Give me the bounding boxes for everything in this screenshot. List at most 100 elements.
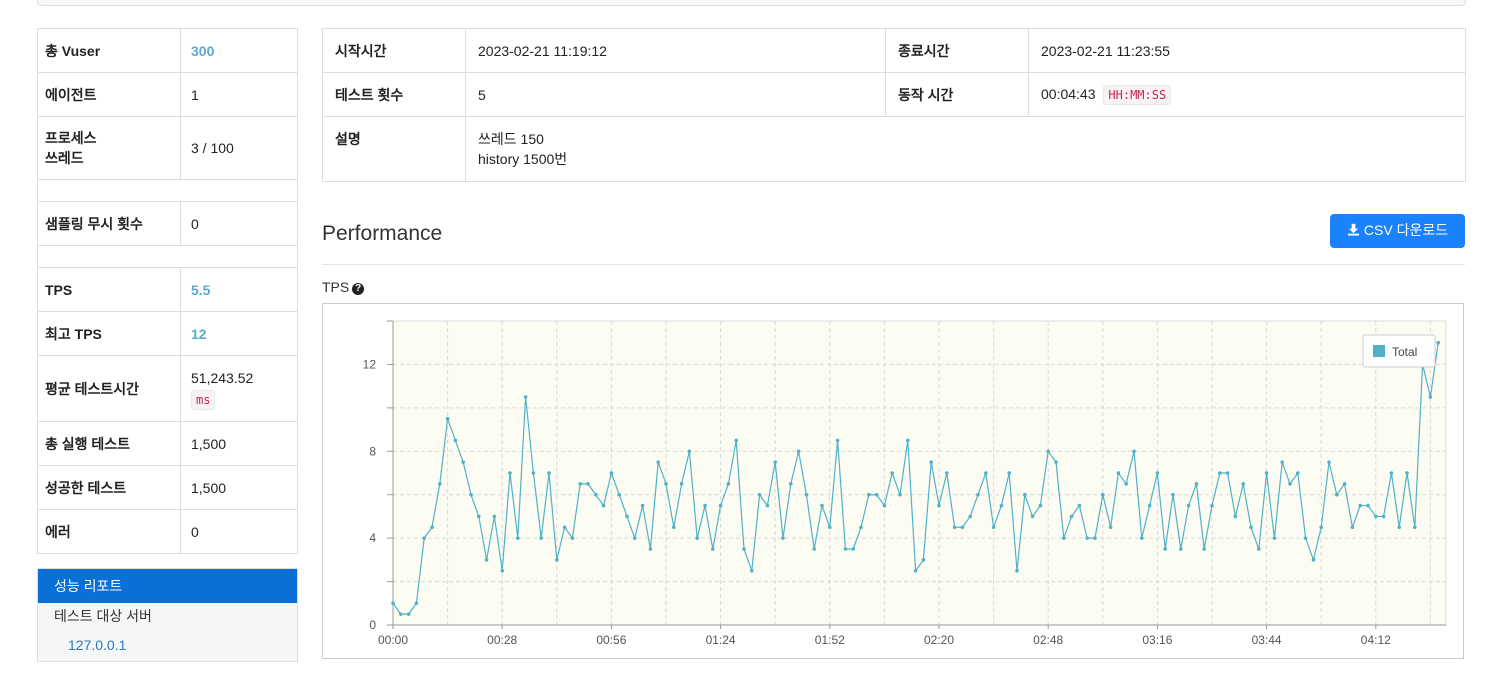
data-point bbox=[1147, 503, 1152, 508]
data-point bbox=[1108, 525, 1113, 530]
total-vuser-value: 300 bbox=[180, 28, 298, 73]
end-time-value: 2023-02-21 11:23:55 bbox=[1028, 28, 1466, 73]
test-count-label: 테스트 횟수 bbox=[322, 72, 466, 117]
data-point bbox=[921, 558, 926, 562]
data-point bbox=[1311, 558, 1316, 562]
data-point bbox=[945, 471, 949, 475]
run-time-label: 동작 시간 bbox=[885, 72, 1029, 117]
data-point bbox=[445, 416, 450, 421]
data-point bbox=[1303, 536, 1308, 540]
performance-title: Performance bbox=[322, 222, 443, 245]
row-avg-test-time: 평균 테스트시간 51,243.52 ms bbox=[37, 355, 298, 422]
download-icon bbox=[1347, 223, 1359, 236]
success-label: 성공한 테스트 bbox=[37, 465, 181, 510]
data-point bbox=[1077, 503, 1082, 508]
row-peak-tps: 최고 TPS 12 bbox=[37, 311, 298, 356]
data-point bbox=[1374, 514, 1378, 519]
data-point bbox=[1428, 395, 1433, 399]
data-point bbox=[843, 547, 848, 551]
data-point bbox=[1116, 471, 1121, 475]
data-point bbox=[547, 471, 551, 475]
data-point bbox=[757, 492, 762, 497]
y-tick-label: 0 bbox=[369, 618, 376, 632]
data-point bbox=[1210, 503, 1214, 508]
description-value: 쓰레드 150 history 1500번 bbox=[465, 116, 1466, 182]
run-time-unit: HH:MM:SS bbox=[1103, 84, 1172, 105]
data-point bbox=[999, 503, 1004, 508]
tps-chart-title: TPS? bbox=[322, 279, 365, 295]
process-thread-value: 3 / 100 bbox=[180, 116, 298, 180]
row-total-vuser: 총 Vuser 300 bbox=[37, 28, 298, 73]
data-point bbox=[1069, 514, 1074, 519]
data-point bbox=[633, 536, 637, 540]
run-time-value: 00:04:43 bbox=[1041, 85, 1096, 102]
data-point bbox=[952, 525, 957, 530]
question-circle-icon[interactable]: ? bbox=[352, 283, 365, 295]
data-point bbox=[578, 482, 582, 486]
tps-chart-title-text: TPS bbox=[322, 279, 350, 295]
data-point bbox=[960, 525, 965, 530]
data-point bbox=[742, 547, 746, 551]
menu-server-ip-link[interactable]: 127.0.0.1 bbox=[38, 633, 297, 657]
test-count-value: 5 bbox=[465, 72, 886, 117]
data-point bbox=[711, 547, 715, 551]
x-tick-label: 03:16 bbox=[1142, 633, 1172, 647]
data-point bbox=[609, 471, 614, 475]
menu-target-server[interactable]: 테스트 대상 서버 bbox=[38, 603, 297, 629]
data-point bbox=[1225, 471, 1230, 475]
end-time-label: 종료시간 bbox=[885, 28, 1029, 73]
legend-label-total: Total bbox=[1392, 345, 1417, 359]
tps-label: TPS bbox=[37, 267, 181, 312]
success-value: 1,500 bbox=[180, 465, 298, 510]
data-point bbox=[1327, 460, 1331, 464]
data-point bbox=[1202, 547, 1206, 551]
data-point bbox=[1155, 471, 1160, 475]
test-info-table: 시작시간 2023-02-21 11:19:12 종료시간 2023-02-21… bbox=[322, 28, 1466, 182]
data-point bbox=[906, 438, 910, 443]
spacer-row bbox=[37, 179, 298, 202]
start-time-value: 2023-02-21 11:19:12 bbox=[465, 28, 886, 73]
error-label: 에러 bbox=[37, 509, 181, 554]
y-tick-label: 12 bbox=[363, 357, 377, 371]
data-point bbox=[1413, 525, 1417, 530]
data-point bbox=[679, 482, 684, 486]
data-point bbox=[1366, 503, 1370, 508]
data-point bbox=[1124, 482, 1128, 486]
data-point bbox=[882, 503, 887, 508]
data-point bbox=[1257, 547, 1261, 551]
x-tick-label: 00:56 bbox=[596, 633, 626, 647]
data-point bbox=[1132, 449, 1136, 454]
data-point bbox=[1342, 482, 1347, 486]
avg-test-time-label: 평균 테스트시간 bbox=[37, 355, 181, 422]
x-tick-label: 02:20 bbox=[924, 633, 954, 647]
data-point bbox=[913, 568, 918, 573]
data-point bbox=[1194, 482, 1199, 486]
data-point bbox=[594, 492, 598, 497]
data-point bbox=[796, 449, 801, 454]
data-point bbox=[1436, 340, 1440, 345]
y-tick-label: 8 bbox=[369, 444, 376, 458]
data-point bbox=[399, 612, 403, 616]
data-point bbox=[648, 547, 653, 551]
data-point bbox=[586, 482, 590, 486]
ignore-count-label: 샘플링 무시 횟수 bbox=[37, 201, 181, 246]
data-point bbox=[414, 601, 419, 606]
row-error: 에러 0 bbox=[37, 509, 298, 554]
data-point bbox=[851, 547, 855, 551]
x-tick-label: 00:00 bbox=[378, 633, 408, 647]
x-tick-label: 03:44 bbox=[1252, 633, 1282, 647]
agent-value: 1 bbox=[180, 72, 298, 117]
data-point bbox=[1093, 536, 1097, 540]
row-tps: TPS 5.5 bbox=[37, 267, 298, 312]
start-time-label: 시작시간 bbox=[322, 28, 466, 73]
data-point bbox=[453, 438, 458, 443]
error-value: 0 bbox=[180, 509, 298, 554]
data-point bbox=[570, 536, 575, 540]
row-description: 설명 쓰레드 150 history 1500번 bbox=[322, 116, 1466, 182]
data-point bbox=[1030, 514, 1035, 519]
data-point bbox=[625, 514, 629, 519]
data-point bbox=[976, 492, 980, 497]
menu-performance-report[interactable]: 성능 리포트 bbox=[38, 569, 297, 603]
csv-download-button[interactable]: CSV 다운로드 bbox=[1330, 214, 1465, 248]
data-point bbox=[726, 482, 731, 486]
